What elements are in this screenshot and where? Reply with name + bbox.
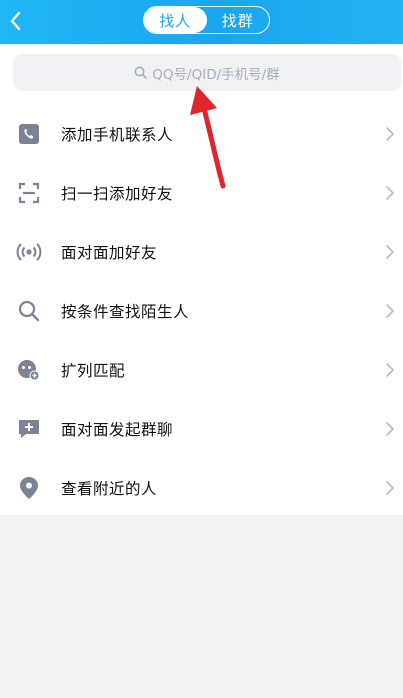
menu-item-find-strangers[interactable]: 按条件查找陌生人 <box>0 282 403 340</box>
search-input[interactable]: QQ号/QID/手机号/群 <box>13 54 401 91</box>
search-icon <box>134 66 148 79</box>
add-friend-menu: 添加手机联系人 扫一扫添加好友 面对面加好友 按条件查找陌生人 扩列匹配 面对面… <box>0 102 403 515</box>
chevron-right-icon <box>386 186 394 200</box>
search-section: QQ号/QID/手机号/群 <box>0 44 403 102</box>
menu-item-label: 扩列匹配 <box>61 362 126 380</box>
menu-item-face-to-face-add[interactable]: 面对面加好友 <box>0 223 403 281</box>
signal-icon <box>16 239 42 265</box>
chevron-left-icon <box>10 11 21 31</box>
location-icon <box>16 475 42 501</box>
menu-item-label: 面对面发起群聊 <box>61 421 174 439</box>
search-type-toggle: 找人 找群 <box>143 6 270 34</box>
tab-find-people[interactable]: 找人 <box>144 7 207 33</box>
menu-item-scan-add-friend[interactable]: 扫一扫添加好友 <box>0 164 403 222</box>
empty-background <box>0 515 403 698</box>
search-placeholder: QQ号/QID/手机号/群 <box>152 66 280 83</box>
menu-item-add-phone-contacts[interactable]: 添加手机联系人 <box>0 105 403 163</box>
top-bar: 找人 找群 <box>0 0 403 44</box>
match-icon <box>16 357 42 383</box>
menu-item-label: 面对面加好友 <box>61 244 158 262</box>
menu-item-label: 按条件查找陌生人 <box>61 303 190 321</box>
chevron-right-icon <box>386 481 394 495</box>
menu-item-expand-match[interactable]: 扩列匹配 <box>0 341 403 399</box>
tab-find-groups[interactable]: 找群 <box>207 7 270 33</box>
chevron-right-icon <box>386 422 394 436</box>
menu-item-face-to-face-group-chat[interactable]: 面对面发起群聊 <box>0 400 403 458</box>
chevron-right-icon <box>386 245 394 259</box>
menu-item-label: 添加手机联系人 <box>61 126 174 144</box>
chevron-right-icon <box>386 363 394 377</box>
chevron-right-icon <box>386 304 394 318</box>
search-icon <box>16 298 42 324</box>
back-button[interactable] <box>4 8 30 34</box>
menu-item-label: 扫一扫添加好友 <box>61 185 174 203</box>
menu-item-nearby-people[interactable]: 查看附近的人 <box>0 459 403 517</box>
chevron-right-icon <box>386 127 394 141</box>
scan-icon <box>16 180 42 206</box>
group-chat-icon <box>16 416 42 442</box>
menu-item-label: 查看附近的人 <box>61 480 158 498</box>
phone-icon <box>16 121 42 147</box>
